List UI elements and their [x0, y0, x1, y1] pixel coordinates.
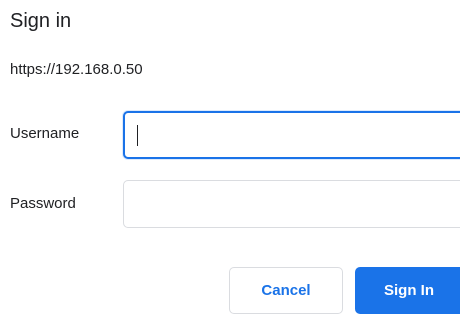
username-field[interactable]	[123, 111, 460, 159]
password-label: Password	[10, 195, 76, 212]
dialog-title: Sign in	[10, 10, 72, 32]
cancel-button[interactable]: Cancel	[229, 267, 343, 314]
site-origin: https://192.168.0.50	[10, 61, 143, 78]
username-label: Username	[10, 125, 80, 142]
text-caret	[137, 125, 138, 146]
sign-in-dialog: Sign in https://192.168.0.50 Username Pa…	[0, 0, 460, 314]
sign-in-button[interactable]: Sign In	[355, 267, 460, 314]
password-field[interactable]	[123, 180, 460, 228]
